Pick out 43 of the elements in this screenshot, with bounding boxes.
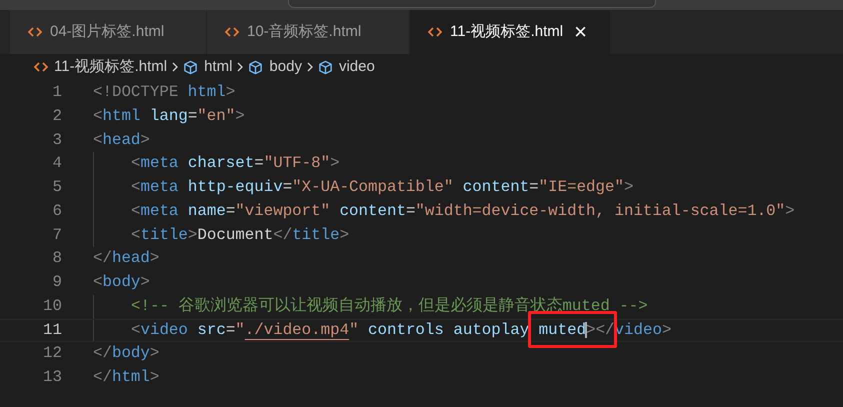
line-number: 5 — [52, 177, 62, 198]
line-number: 11 — [42, 320, 62, 341]
code-line: </body> — [93, 343, 160, 364]
line-number: 4 — [52, 153, 62, 174]
breadcrumb-item[interactable]: html — [183, 56, 232, 78]
editor-tab[interactable]: 04-图片标签.html — [10, 10, 207, 54]
code-line: <!DOCTYPE html> — [93, 82, 236, 104]
cube-icon — [318, 60, 333, 74]
line-number: 2 — [52, 106, 62, 127]
code-line: </head> — [93, 248, 160, 270]
breadcrumb-item[interactable]: body — [248, 56, 302, 78]
code-line: <html lang="en"> — [93, 106, 245, 127]
code-line: </html> — [93, 367, 160, 388]
code-line: <title>Document</title> — [131, 224, 350, 246]
breadcrumb-item[interactable]: 11-视频标签.html — [34, 56, 168, 78]
editor-tab[interactable]: 10-音频标签.html — [207, 10, 410, 54]
code-line: <meta http-equiv="X-UA-Compatible" content="IE=edge"> — [131, 177, 634, 198]
line-number: 12 — [42, 343, 62, 364]
code-line: <meta name="viewport" content="width=device-width, initial-scale=1.0"> — [131, 200, 795, 222]
chevron-icon — [236, 61, 244, 73]
code-file-icon — [34, 61, 48, 73]
code-line: <meta charset="UTF-8"> — [131, 153, 340, 174]
code-file-icon — [225, 26, 239, 38]
cube-icon — [248, 60, 264, 74]
cube-icon — [183, 60, 198, 74]
code-file-icon — [428, 26, 442, 38]
line-number: 3 — [52, 130, 62, 151]
code-file-icon — [28, 26, 42, 38]
line-number: 13 — [42, 367, 62, 388]
breadcrumb-item[interactable]: video — [318, 56, 375, 78]
chevron-icon — [306, 61, 314, 73]
close-button[interactable]: × — [574, 21, 587, 43]
line-number: 8 — [52, 248, 62, 270]
code-line: <head> — [93, 130, 150, 151]
line-number: 9 — [52, 272, 62, 294]
code-line: <video src="./video.mp4" controls autoplay muted></video> — [131, 318, 672, 342]
line-number: 10 — [42, 296, 62, 317]
line-number: 7 — [52, 224, 62, 246]
editor-tab[interactable]: 11-视频标签.html × — [410, 10, 610, 54]
line-number: 1 — [52, 82, 62, 104]
chevron-icon — [171, 61, 180, 73]
code-line: <body> — [93, 272, 150, 294]
line-number: 6 — [52, 200, 62, 222]
